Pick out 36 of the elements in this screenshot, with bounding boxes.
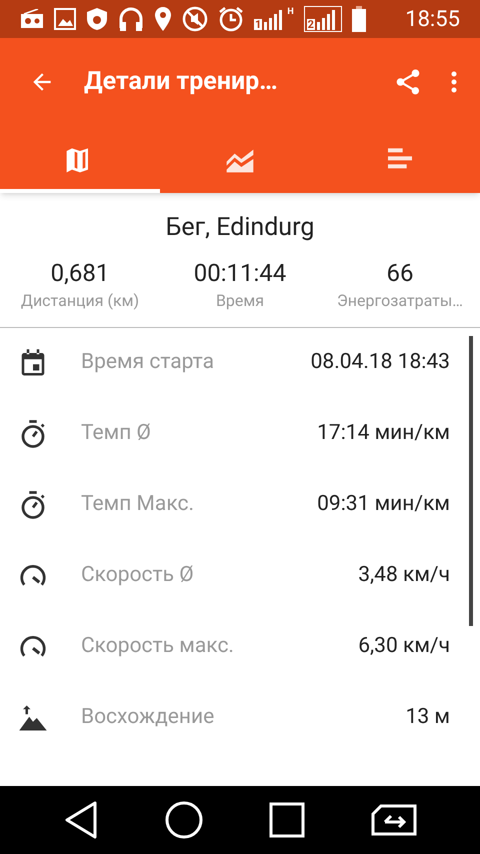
detail-label: Время старта <box>81 349 216 376</box>
more-options-icon <box>451 70 457 92</box>
radio-icon <box>20 9 44 29</box>
alarm-icon <box>218 6 244 32</box>
stat-label: Дистанция (км) <box>20 290 140 312</box>
detail-value: 17:14 мин/км <box>317 420 450 448</box>
sim-switch-icon[interactable] <box>371 804 417 836</box>
detail-value: 09:31 мин/км <box>317 491 450 518</box>
mute-icon <box>182 6 208 32</box>
detail-value: 08.04.18 18:43 <box>310 349 450 376</box>
activity-title: Бег, Edindurg <box>166 212 314 244</box>
recents-icon[interactable] <box>269 802 305 838</box>
detail-label: Скорость макс. <box>81 633 235 660</box>
stat-value: 66 <box>386 258 414 288</box>
network-type-label: H <box>287 8 294 17</box>
headphones-icon <box>118 6 144 32</box>
sim-two-signal-icon: 2 <box>304 6 342 32</box>
detail-label: Восхождение <box>81 704 216 732</box>
screen-title: Детали тренир… <box>84 66 279 98</box>
detail-label: Темп Ø <box>81 420 152 448</box>
mountain-icon <box>18 703 48 733</box>
detail-label: Темп Макс. <box>81 491 196 518</box>
stat-label: Энергозатраты… <box>337 290 463 312</box>
stat-label: Время <box>216 290 264 312</box>
detail-value: 6,30 км/ч <box>358 633 450 660</box>
detail-value: 13 м <box>406 704 450 732</box>
battery-icon <box>352 6 366 32</box>
clock-time: 18:55 <box>405 6 460 34</box>
detail-label: Скорость Ø <box>81 562 195 590</box>
home-icon[interactable] <box>165 801 203 839</box>
stat-value: 0,681 <box>50 258 110 288</box>
stat-value: 00:11:44 <box>194 258 286 288</box>
location-pin-icon <box>154 6 172 32</box>
back-icon[interactable] <box>63 800 99 840</box>
image-icon <box>54 8 76 30</box>
detail-value: 3,48 км/ч <box>358 562 450 590</box>
